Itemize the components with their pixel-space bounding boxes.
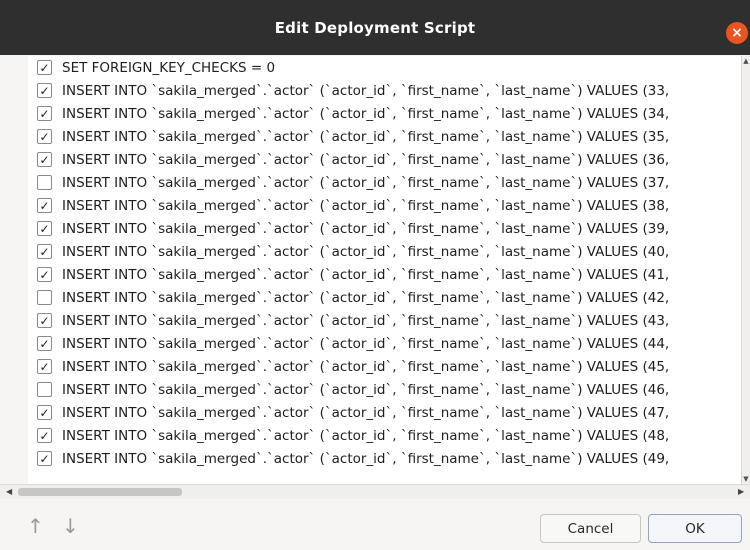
statement-text: INSERT INTO `sakila_merged`.`actor` (`ac… bbox=[62, 289, 670, 306]
move-up-icon[interactable]: ↑ bbox=[27, 514, 44, 538]
statement-text: INSERT INTO `sakila_merged`.`actor` (`ac… bbox=[62, 427, 670, 444]
row-checkbox[interactable]: ✓ bbox=[37, 359, 52, 374]
scroll-down-icon[interactable]: ▼ bbox=[742, 475, 750, 483]
row-checkbox[interactable]: ✓ bbox=[37, 152, 52, 167]
statement-text: INSERT INTO `sakila_merged`.`actor` (`ac… bbox=[62, 358, 670, 375]
list-item[interactable]: ✓ INSERT INTO `sakila_merged`.`actor` (`a… bbox=[28, 332, 741, 355]
list-item[interactable]: INSERT INTO `sakila_merged`.`actor` (`ac… bbox=[28, 378, 741, 401]
list-item[interactable]: ✓ INSERT INTO `sakila_merged`.`actor` (`a… bbox=[28, 148, 741, 171]
dialog-title: Edit Deployment Script bbox=[274, 18, 476, 37]
statement-text: INSERT INTO `sakila_merged`.`actor` (`ac… bbox=[62, 82, 670, 99]
vertical-scrollbar[interactable]: ▲ ▼ bbox=[742, 56, 750, 484]
row-checkbox[interactable]: ✓ bbox=[37, 405, 52, 420]
scroll-right-icon[interactable]: ▶ bbox=[738, 487, 744, 496]
list-item[interactable]: ✓ INSERT INTO `sakila_merged`.`actor` (`a… bbox=[28, 102, 741, 125]
horizontal-scroll-thumb[interactable] bbox=[18, 488, 182, 496]
list-item[interactable]: ✓ INSERT INTO `sakila_merged`.`actor` (`a… bbox=[28, 424, 741, 447]
statement-text: INSERT INTO `sakila_merged`.`actor` (`ac… bbox=[62, 174, 670, 191]
row-checkbox[interactable] bbox=[37, 175, 52, 190]
row-checkbox[interactable]: ✓ bbox=[37, 451, 52, 466]
row-checkbox[interactable]: ✓ bbox=[37, 221, 52, 236]
list-item[interactable]: INSERT INTO `sakila_merged`.`actor` (`ac… bbox=[28, 286, 741, 309]
close-icon: × bbox=[731, 25, 743, 41]
row-checkbox[interactable]: ✓ bbox=[37, 267, 52, 282]
cancel-button[interactable]: Cancel bbox=[540, 514, 641, 543]
list-item[interactable]: ✓ INSERT INTO `sakila_merged`.`actor` (`a… bbox=[28, 447, 741, 470]
statement-text: SET FOREIGN_KEY_CHECKS = 0 bbox=[62, 59, 276, 76]
statement-text: INSERT INTO `sakila_merged`.`actor` (`ac… bbox=[62, 197, 670, 214]
list-item[interactable]: INSERT INTO `sakila_merged`.`actor` (`ac… bbox=[28, 171, 741, 194]
close-button[interactable]: × bbox=[726, 22, 748, 44]
list-item[interactable]: ✓ SET FOREIGN_KEY_CHECKS = 0 bbox=[28, 56, 741, 79]
script-statement-list[interactable]: ✓ SET FOREIGN_KEY_CHECKS = 0 ✓ INSERT INTO … bbox=[28, 56, 742, 484]
statement-text: INSERT INTO `sakila_merged`.`actor` (`ac… bbox=[62, 312, 670, 329]
move-down-icon[interactable]: ↓ bbox=[62, 514, 79, 538]
list-item[interactable]: ✓ INSERT INTO `sakila_merged`.`actor` (`a… bbox=[28, 263, 741, 286]
list-item[interactable]: ✓ INSERT INTO `sakila_merged`.`actor` (`a… bbox=[28, 355, 741, 378]
statement-text: INSERT INTO `sakila_merged`.`actor` (`ac… bbox=[62, 335, 670, 352]
list-item[interactable]: ✓ INSERT INTO `sakila_merged`.`actor` (`a… bbox=[28, 240, 741, 263]
list-item[interactable]: ✓ INSERT INTO `sakila_merged`.`actor` (`a… bbox=[28, 309, 741, 332]
horizontal-scrollbar[interactable]: ◀ ▶ bbox=[0, 484, 750, 499]
title-bar: Edit Deployment Script × bbox=[0, 0, 750, 55]
row-checkbox[interactable]: ✓ bbox=[37, 129, 52, 144]
row-checkbox[interactable]: ✓ bbox=[37, 106, 52, 121]
scroll-left-icon[interactable]: ◀ bbox=[6, 487, 12, 496]
row-checkbox[interactable] bbox=[37, 290, 52, 305]
statement-text: INSERT INTO `sakila_merged`.`actor` (`ac… bbox=[62, 128, 670, 145]
statement-text: INSERT INTO `sakila_merged`.`actor` (`ac… bbox=[62, 243, 670, 260]
statement-text: INSERT INTO `sakila_merged`.`actor` (`ac… bbox=[62, 220, 670, 237]
statement-text: INSERT INTO `sakila_merged`.`actor` (`ac… bbox=[62, 266, 670, 283]
list-item[interactable]: ✓ INSERT INTO `sakila_merged`.`actor` (`a… bbox=[28, 401, 741, 424]
dialog-footer: ↑ ↓ Cancel OK bbox=[0, 499, 750, 550]
row-checkbox[interactable]: ✓ bbox=[37, 428, 52, 443]
row-checkbox[interactable] bbox=[37, 382, 52, 397]
statement-text: INSERT INTO `sakila_merged`.`actor` (`ac… bbox=[62, 381, 670, 398]
row-checkbox[interactable]: ✓ bbox=[37, 198, 52, 213]
row-checkbox[interactable]: ✓ bbox=[37, 60, 52, 75]
list-item[interactable]: ✓ INSERT INTO `sakila_merged`.`actor` (`a… bbox=[28, 194, 741, 217]
row-checkbox[interactable]: ✓ bbox=[37, 244, 52, 259]
row-checkbox[interactable]: ✓ bbox=[37, 83, 52, 98]
row-checkbox[interactable]: ✓ bbox=[37, 313, 52, 328]
row-checkbox[interactable]: ✓ bbox=[37, 336, 52, 351]
list-item[interactable]: ✓ INSERT INTO `sakila_merged`.`actor` (`a… bbox=[28, 125, 741, 148]
ok-button[interactable]: OK bbox=[648, 514, 742, 543]
scroll-up-icon[interactable]: ▲ bbox=[742, 57, 750, 65]
statement-text: INSERT INTO `sakila_merged`.`actor` (`ac… bbox=[62, 105, 670, 122]
list-item[interactable]: ✓ INSERT INTO `sakila_merged`.`actor` (`a… bbox=[28, 79, 741, 102]
statement-text: INSERT INTO `sakila_merged`.`actor` (`ac… bbox=[62, 151, 670, 168]
list-item[interactable]: ✓ INSERT INTO `sakila_merged`.`actor` (`a… bbox=[28, 217, 741, 240]
statement-text: INSERT INTO `sakila_merged`.`actor` (`ac… bbox=[62, 450, 670, 467]
statement-text: INSERT INTO `sakila_merged`.`actor` (`ac… bbox=[62, 404, 670, 421]
